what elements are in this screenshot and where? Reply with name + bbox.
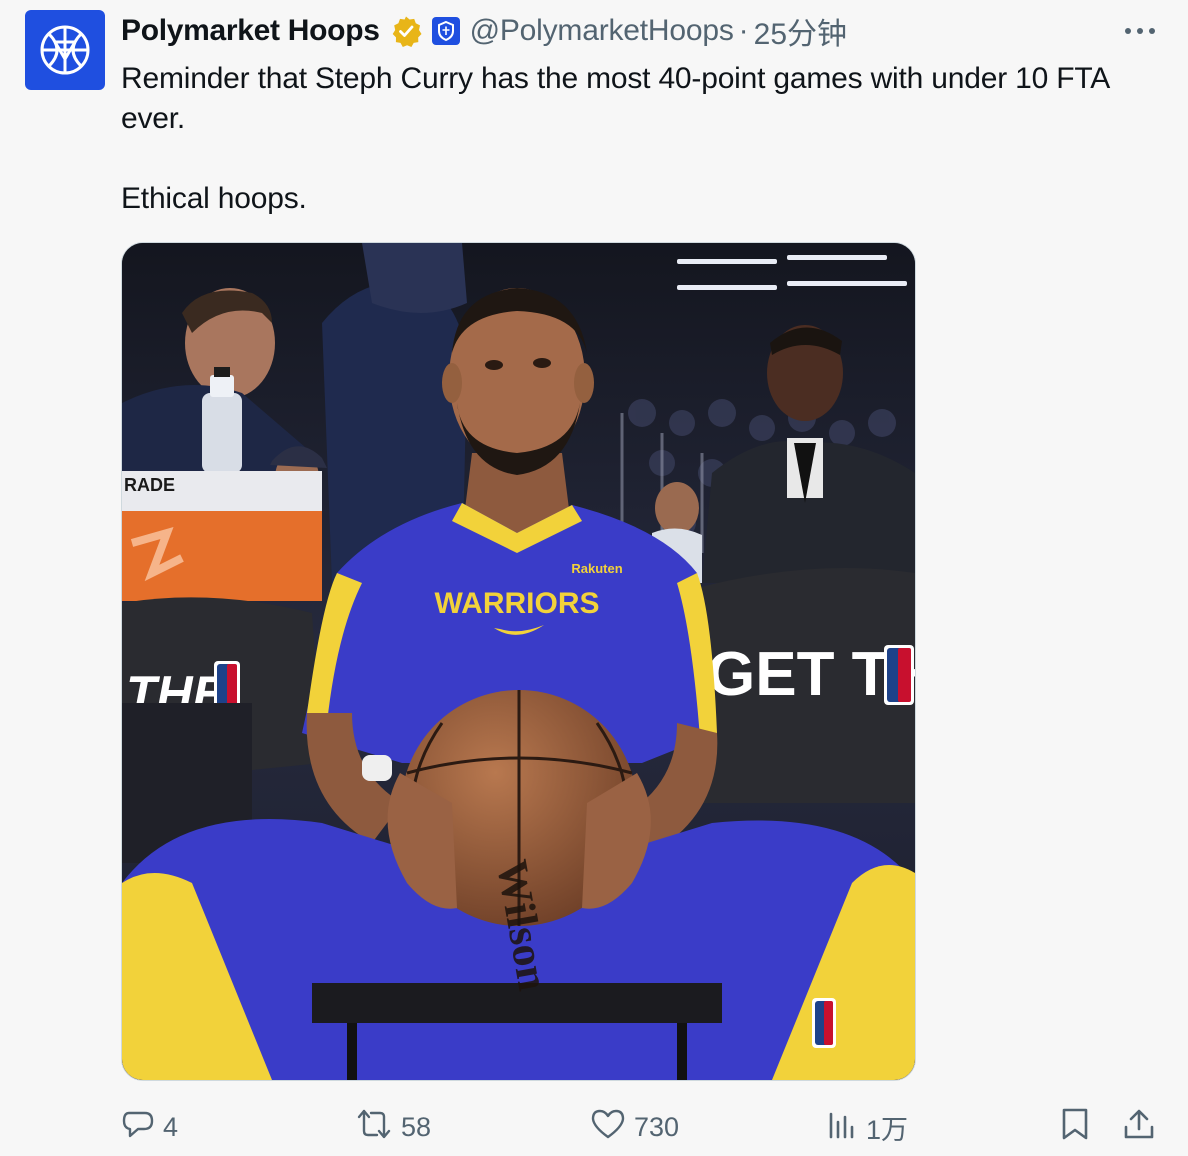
polymarket-basketball-logo-icon — [40, 25, 90, 75]
retweet-icon — [355, 1107, 393, 1148]
tweet-header: Polymarket Hoops @PolymarketHoops · 25分钟 — [121, 10, 847, 52]
tweet-photo[interactable]: RADE THE GET T WARRIORS Rakuten Wilson — [121, 242, 916, 1081]
views-bar-chart-icon — [826, 1108, 858, 1147]
views-button[interactable]: 1万 — [826, 1104, 908, 1150]
tweet-body: Reminder that Steph Curry has the most 4… — [121, 59, 1171, 219]
author-avatar[interactable] — [25, 10, 105, 90]
jersey-sponsor: Rakuten — [571, 561, 622, 576]
share-button[interactable] — [1122, 1104, 1156, 1150]
views-count: 1万 — [866, 1114, 909, 1145]
bookmark-icon — [1060, 1107, 1090, 1148]
cooler-label: RADE — [124, 475, 175, 495]
author-display-name[interactable]: Polymarket Hoops — [121, 14, 380, 48]
jersey-wordmark: WARRIORS — [435, 587, 600, 620]
like-count: 730 — [634, 1111, 680, 1142]
tweet-paragraph: Reminder that Steph Curry has the most 4… — [121, 62, 1109, 135]
like-button[interactable]: 730 — [590, 1104, 679, 1150]
tweet-paragraph: Ethical hoops. — [121, 182, 307, 215]
reply-count: 4 — [163, 1111, 179, 1142]
steph-curry-photo: RADE THE GET T WARRIORS Rakuten Wilson — [122, 243, 915, 1080]
court-sign-right: GET THE — [707, 640, 915, 709]
retweet-button[interactable]: 58 — [355, 1104, 431, 1150]
share-upload-icon — [1122, 1107, 1156, 1148]
more-dots-icon[interactable] — [1120, 18, 1160, 44]
heart-icon — [590, 1108, 626, 1147]
verified-badge-icon[interactable] — [390, 15, 422, 47]
header-separator: · — [738, 14, 749, 47]
retweet-count: 58 — [401, 1111, 432, 1142]
tweet-timestamp[interactable]: 25分钟 — [754, 9, 847, 53]
bookmark-button[interactable] — [1060, 1104, 1090, 1150]
reply-bubble-icon — [121, 1107, 155, 1148]
tweet-card: Polymarket Hoops @PolymarketHoops · 25分钟… — [0, 0, 1188, 1156]
reply-button[interactable]: 4 — [121, 1104, 178, 1150]
tweet-action-bar: 4 58 730 1万 — [0, 1104, 1188, 1150]
affiliate-shield-icon[interactable] — [431, 16, 461, 46]
author-handle[interactable]: @PolymarketHoops — [470, 14, 734, 48]
